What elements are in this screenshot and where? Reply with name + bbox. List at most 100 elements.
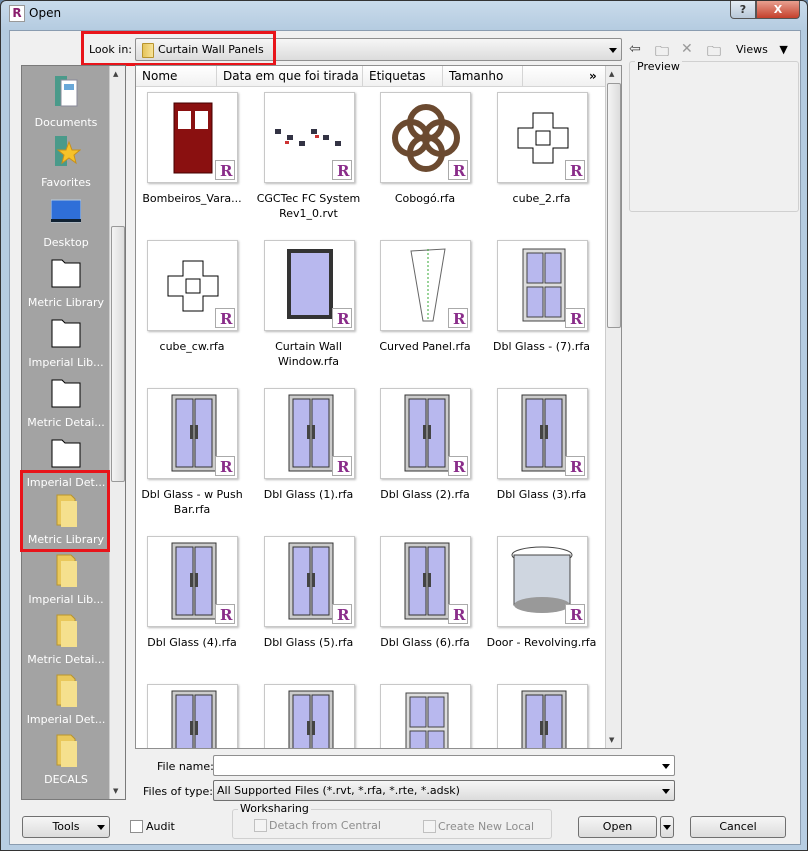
- files-of-type-dropdown[interactable]: All Supported Files (*.rvt, *.rfa, *.rte…: [213, 780, 675, 801]
- detach-checkbox[interactable]: [254, 819, 267, 832]
- file-item[interactable]: R CGCTec FC System Rev1_0.rvt: [254, 92, 364, 240]
- file-item[interactable]: Rcube_2.rfa: [487, 92, 597, 240]
- chevron-down-icon: [663, 825, 671, 830]
- back-icon[interactable]: ⇦: [629, 41, 641, 57]
- create-local-label: Create New Local: [438, 820, 535, 833]
- file-name-input[interactable]: [213, 755, 675, 776]
- file-list-scrollbar[interactable]: ▲ ▼: [605, 66, 621, 748]
- file-item[interactable]: R Dbl Glass (5).rfa: [254, 536, 364, 684]
- file-name: Dbl Glass (2).rfa: [380, 488, 470, 501]
- tools-label: Tools: [52, 820, 80, 833]
- file-thumbnail: R: [263, 536, 355, 627]
- column-header: Nome Data em que foi tirada Etiquetas Ta…: [136, 66, 606, 87]
- column-tamanho[interactable]: Tamanho: [443, 66, 523, 87]
- audit-checkbox[interactable]: [130, 820, 143, 833]
- sidebar-item-favorites[interactable]: Favorites: [22, 130, 110, 190]
- scroll-down-icon[interactable]: ▼: [609, 736, 614, 744]
- file-thumbnail: R: [147, 92, 238, 183]
- sidebar-scrollbar[interactable]: ▲ ▼: [109, 66, 125, 799]
- chevron-down-icon: [662, 788, 670, 794]
- app-icon: R: [9, 5, 25, 22]
- sidebar-item-metric-detai[interactable]: Metric Detai...: [22, 607, 110, 667]
- sidebar-item-decals[interactable]: DECALS: [22, 727, 110, 787]
- file-name: Cobogó.rfa: [394, 192, 456, 205]
- sidebar-scroll-thumb[interactable]: [111, 226, 125, 482]
- file-item[interactable]: R Dbl Glass - (7).rfa: [487, 240, 597, 388]
- delete-icon[interactable]: ✕: [681, 41, 693, 57]
- file-scroll-thumb[interactable]: [607, 83, 621, 328]
- cancel-button[interactable]: Cancel: [690, 816, 786, 838]
- sidebar-item-imperial-det[interactable]: Imperial Det...: [22, 667, 110, 727]
- close-button[interactable]: X: [756, 1, 800, 19]
- file-item[interactable]: R Curtain Wall Window.rfa: [254, 240, 364, 388]
- sidebar-item-label: Imperial Lib...: [28, 356, 104, 369]
- open-options-button[interactable]: [660, 816, 674, 838]
- sidebar-item-label: Metric Detai...: [27, 653, 105, 666]
- scroll-up-icon[interactable]: ▲: [609, 70, 614, 78]
- views-button[interactable]: Views ▼: [736, 43, 788, 56]
- file-item[interactable]: R: [137, 684, 247, 748]
- file-thumbnail: R: [380, 536, 471, 627]
- file-thumbnail: R: [496, 92, 588, 183]
- file-item[interactable]: R Dbl Glass (4).rfa: [137, 536, 247, 684]
- file-item[interactable]: R Dbl Glass (2).rfa: [370, 388, 480, 536]
- file-item[interactable]: R Curved Panel.rfa: [370, 240, 480, 388]
- sidebar-item-label: Favorites: [41, 176, 91, 189]
- revit-badge-icon: R: [331, 308, 352, 328]
- svg-text:R: R: [337, 310, 350, 327]
- revit-badge-icon: R: [448, 604, 468, 624]
- scroll-up-icon[interactable]: ▲: [113, 70, 118, 78]
- tools-button[interactable]: Tools: [22, 816, 110, 838]
- file-item[interactable]: R: [254, 684, 364, 748]
- file-item[interactable]: R Dbl Glass (1).rfa: [254, 388, 364, 536]
- folder-yellow-icon: [51, 671, 81, 707]
- file-item[interactable]: R: [487, 684, 597, 748]
- file-item[interactable]: Rcube_cw.rfa: [137, 240, 247, 388]
- svg-text:R: R: [453, 310, 466, 327]
- file-item[interactable]: R Bombeiros_Vara...: [137, 92, 247, 240]
- column-data[interactable]: Data em que foi tirada: [217, 66, 363, 87]
- file-thumbnail: R: [496, 684, 588, 748]
- views-label: Views: [736, 43, 768, 56]
- revit-badge-icon: R: [448, 160, 468, 180]
- svg-text:R: R: [570, 310, 583, 327]
- file-item[interactable]: R: [370, 684, 480, 748]
- column-nome[interactable]: Nome: [136, 66, 217, 87]
- sidebar-item-imperial-lib[interactable]: Imperial Lib...: [22, 310, 110, 370]
- file-item[interactable]: R Dbl Glass (3).rfa: [487, 388, 597, 536]
- revit-badge-icon: R: [448, 456, 468, 476]
- column-etiquetas[interactable]: Etiquetas: [363, 66, 443, 87]
- file-item[interactable]: R Dbl Glass (6).rfa: [370, 536, 480, 684]
- more-columns-button[interactable]: »: [583, 66, 606, 87]
- file-thumbnail: R: [380, 684, 471, 748]
- sidebar-item-documents[interactable]: Documents: [22, 70, 110, 130]
- sidebar-item-desktop[interactable]: Desktop: [22, 190, 110, 250]
- open-button[interactable]: Open: [578, 816, 657, 838]
- file-name-label: File name:: [157, 760, 214, 773]
- file-thumbnail: R: [147, 536, 238, 627]
- sidebar-item-metric-detai[interactable]: Metric Detai...: [22, 370, 110, 430]
- favorites-icon: [51, 134, 82, 170]
- revit-badge-icon: R: [564, 604, 585, 624]
- window-title: Open: [29, 6, 62, 20]
- file-item[interactable]: R Cobogó.rfa: [370, 92, 480, 240]
- places-bar: Documents Favorites Desktop Metric Library I…: [21, 65, 126, 800]
- file-item[interactable]: R Door - Revolving.rfa: [487, 536, 597, 684]
- file-thumbnail: R: [380, 388, 471, 479]
- file-list: Nome Data em que foi tirada Etiquetas Ta…: [135, 65, 622, 749]
- help-button[interactable]: ?: [730, 1, 756, 19]
- svg-text:R: R: [220, 162, 233, 179]
- file-item[interactable]: R Dbl Glass - w Push Bar.rfa: [137, 388, 247, 536]
- scroll-down-icon[interactable]: ▼: [113, 787, 118, 795]
- revit-badge-icon: R: [215, 604, 235, 624]
- file-name: Dbl Glass - (7).rfa: [493, 340, 590, 353]
- chevron-down-icon[interactable]: [662, 763, 670, 769]
- folder-yellow-icon: [51, 611, 81, 647]
- folder-yellow-icon: [51, 731, 81, 767]
- file-name: Dbl Glass (5).rfa: [263, 636, 354, 649]
- sidebar-item-imperial-lib[interactable]: Imperial Lib...: [22, 547, 110, 607]
- files-of-type-label: Files of type:: [143, 785, 214, 798]
- sidebar-item-metric-library[interactable]: Metric Library: [22, 250, 110, 310]
- create-local-checkbox[interactable]: [423, 820, 436, 833]
- file-name: Curved Panel.rfa: [379, 340, 471, 353]
